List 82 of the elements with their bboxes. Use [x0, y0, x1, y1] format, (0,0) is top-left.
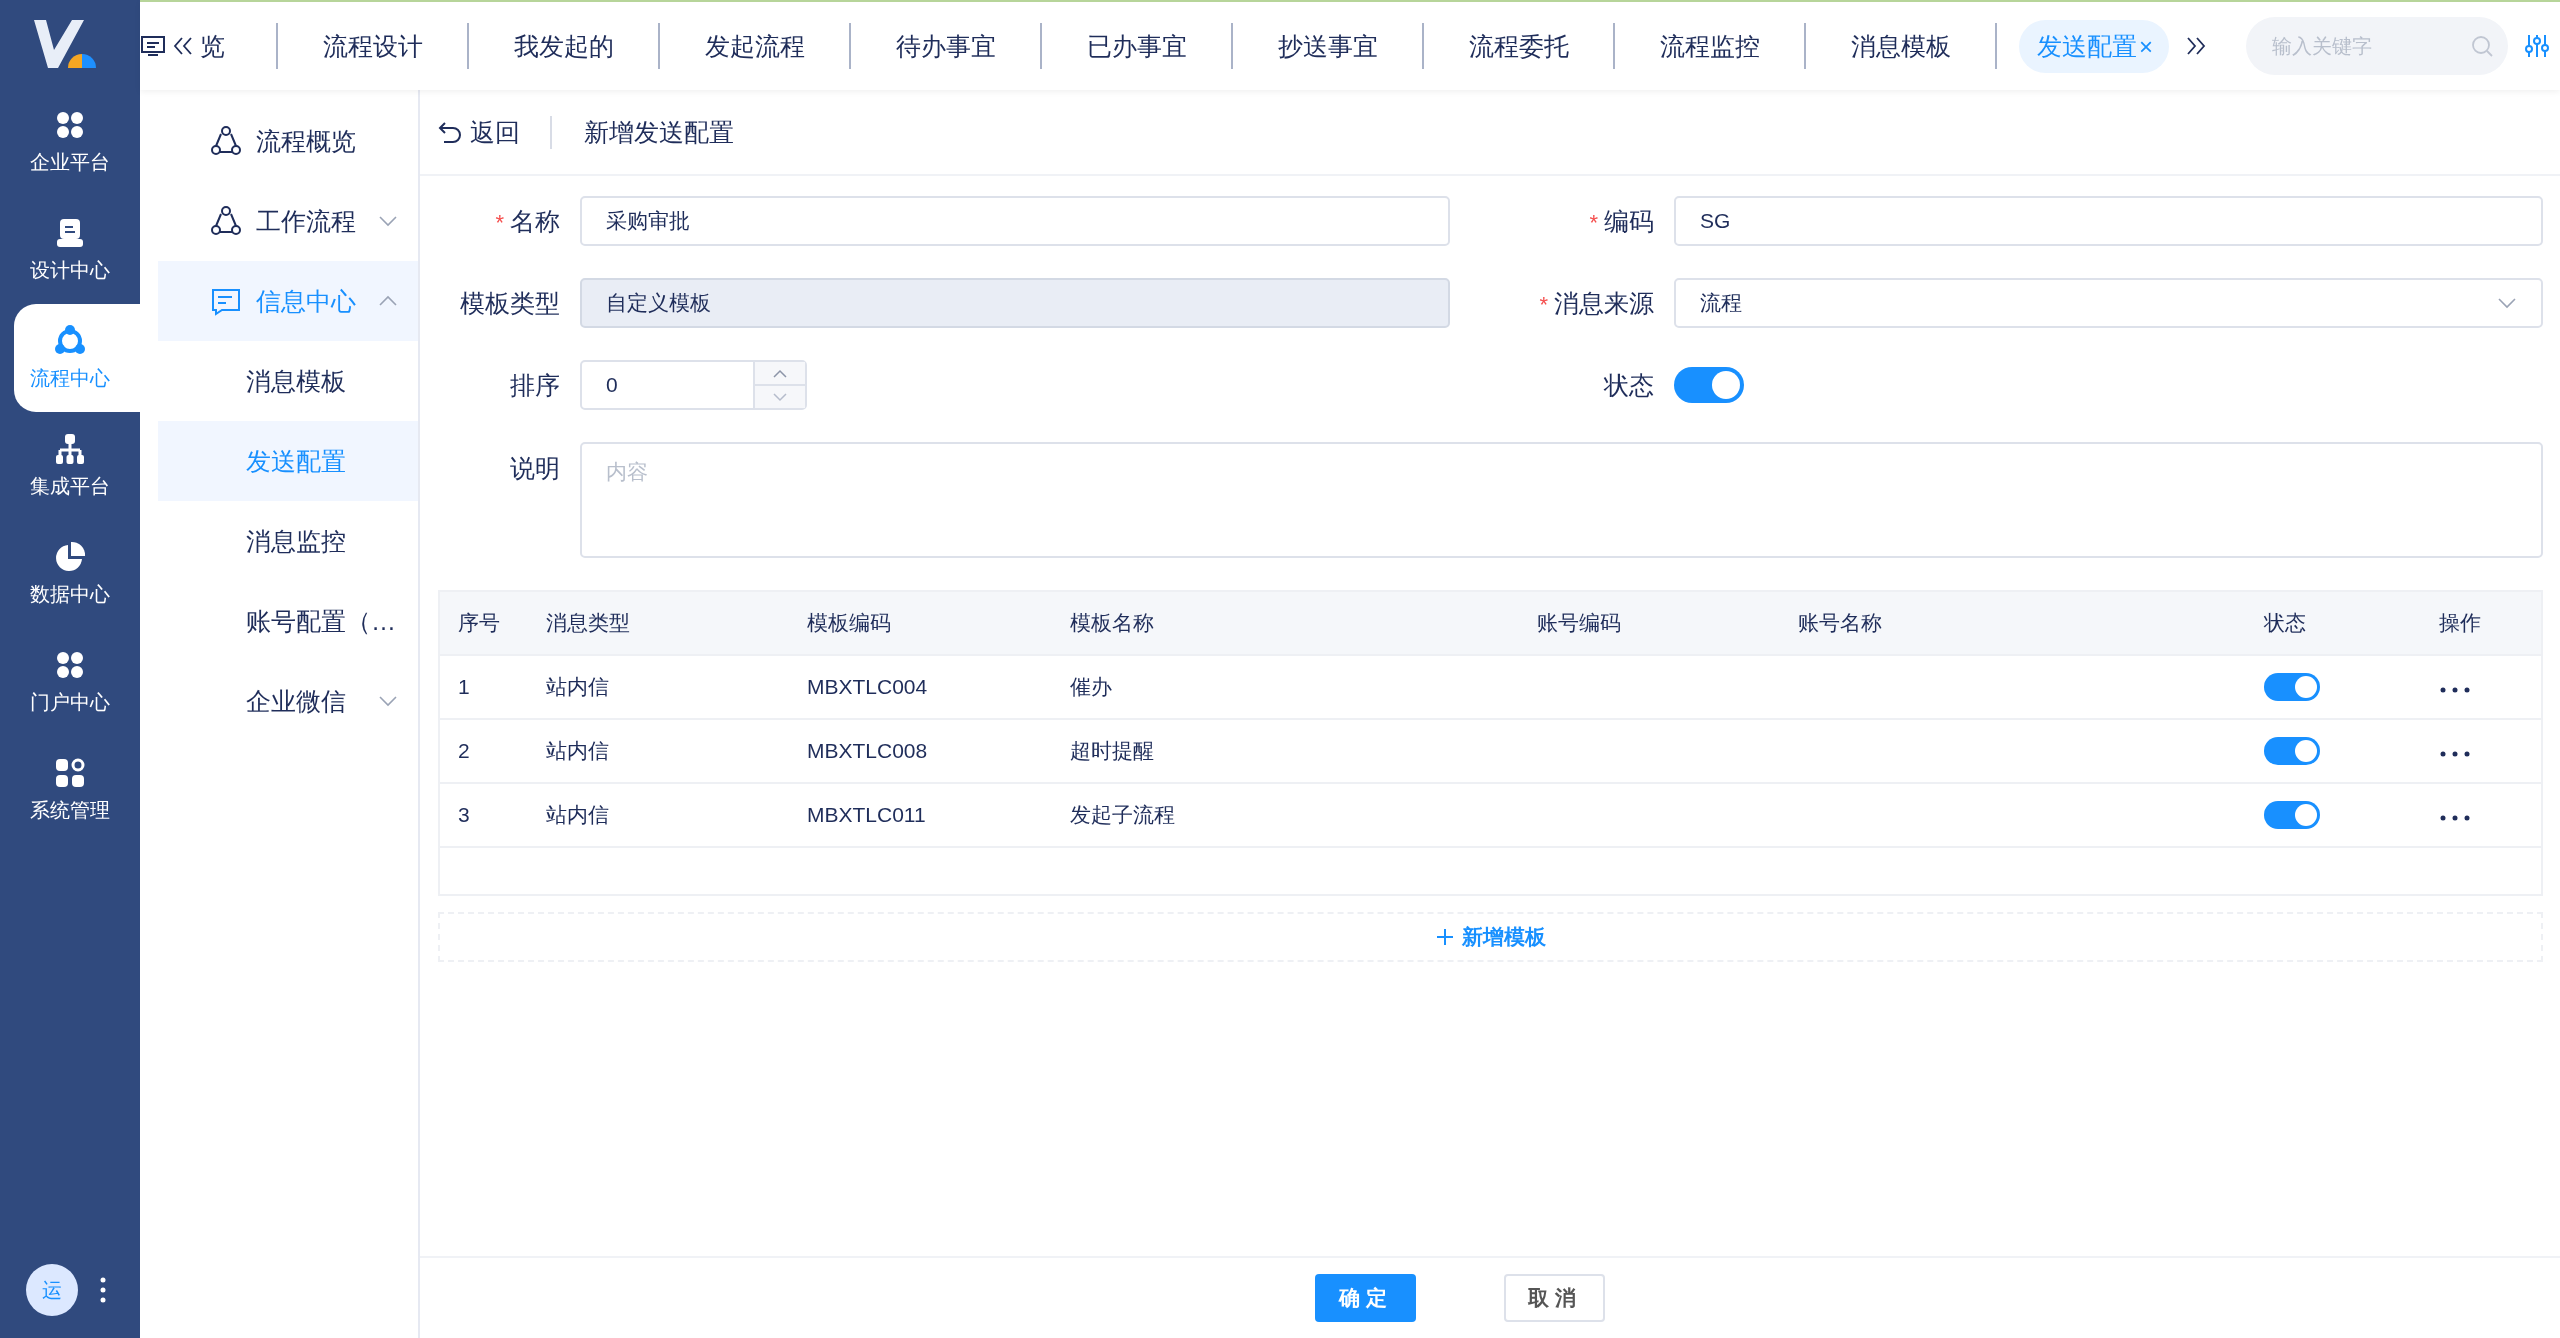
table-cell-text: MBXTLC008: [807, 739, 929, 763]
table-cell-text: 2: [458, 739, 471, 763]
table-cell-text: 1: [458, 675, 471, 699]
table-cell-text: MBXTLC011: [807, 803, 927, 827]
more-icon[interactable]: [100, 1277, 106, 1303]
field-label: 说明: [509, 453, 560, 484]
table-cell-text: 3: [458, 803, 471, 827]
table-cell-text: 催办: [1070, 674, 1113, 700]
tab[interactable]: 览: [194, 23, 278, 69]
column-header: 模板名称: [1070, 610, 1155, 636]
plus-icon: [1435, 928, 1454, 946]
field-label: 状态: [1602, 369, 1654, 401]
tab[interactable]: 抄送事宜: [1233, 23, 1424, 69]
table-cell-text: 发起子流程: [1070, 802, 1176, 828]
field-label: * 消息来源: [1538, 287, 1654, 319]
column-header: 状态: [2264, 610, 2307, 636]
submenu-item[interactable]: 账号配置（…: [158, 581, 418, 661]
chevron-down-icon: [378, 215, 398, 227]
submenu-item[interactable]: 消息监控: [158, 501, 418, 581]
tab[interactable]: 已办事宜: [1042, 23, 1233, 69]
double-chevron-left-icon[interactable]: [172, 35, 194, 57]
tab[interactable]: 流程委托: [1424, 23, 1615, 69]
page-title: 新增发送配置: [583, 116, 734, 148]
nav-item[interactable]: 企业平台: [14, 88, 140, 196]
menu-item[interactable]: 工作流程: [158, 181, 418, 261]
nav-icon: [54, 216, 86, 249]
field-label: 排序: [509, 369, 560, 401]
nav-item[interactable]: 设计中心: [14, 196, 140, 304]
flow-icon: [210, 125, 242, 157]
field-label: * 编码: [1588, 205, 1654, 237]
nav-item[interactable]: 数据中心: [14, 520, 140, 628]
column-header: 模板编码: [807, 610, 892, 636]
column-header: 消息类型: [546, 610, 631, 636]
cancel-button[interactable]: 取消: [1504, 1274, 1605, 1322]
more-icon[interactable]: [2439, 814, 2471, 822]
toggle-switch[interactable]: [2264, 737, 2320, 765]
nav-item[interactable]: 系统管理: [14, 736, 140, 844]
number-field[interactable]: 0: [580, 360, 807, 410]
table-cell-text: 超时提醒: [1070, 738, 1155, 764]
more-icon[interactable]: [2439, 686, 2471, 694]
toggle-switch[interactable]: [2264, 801, 2320, 829]
field-label: 模板类型: [459, 287, 560, 319]
sliders-icon[interactable]: [2524, 33, 2550, 59]
toggle-switch[interactable]: [2264, 673, 2320, 701]
chevron-down-icon: [378, 695, 398, 707]
input-field[interactable]: 采购审批: [580, 196, 1450, 246]
nav-icon: [54, 432, 86, 465]
nav-icon: [54, 540, 86, 573]
column-header: 账号编码: [1537, 610, 1622, 636]
nav-item[interactable]: 集成平台: [14, 412, 140, 520]
table-cell-text: 站内信: [546, 802, 610, 828]
tab[interactable]: 我发起的: [469, 23, 660, 69]
tab[interactable]: 消息模板: [1806, 23, 1997, 69]
table-cell-text: 站内信: [546, 674, 610, 700]
input-field[interactable]: SG: [1674, 196, 2543, 246]
nav-item[interactable]: 门户中心: [14, 628, 140, 736]
tab[interactable]: 流程设计: [278, 23, 469, 69]
nav-icon: [54, 756, 86, 789]
submenu-item[interactable]: 企业微信: [158, 661, 418, 741]
double-chevron-right-icon[interactable]: [2185, 35, 2207, 57]
table-cell-text: MBXTLC004: [807, 675, 929, 699]
search-field[interactable]: 输入关键字: [2246, 17, 2508, 75]
column-header: 账号名称: [1798, 610, 1883, 636]
tab[interactable]: 发起流程: [660, 23, 851, 69]
field-label: * 名称: [494, 205, 560, 237]
column-header: 操作: [2439, 610, 2482, 636]
more-icon[interactable]: [2439, 750, 2471, 758]
flow-icon: [210, 205, 242, 237]
select-field[interactable]: 流程: [1674, 278, 2543, 328]
tab[interactable]: 流程监控: [1615, 23, 1806, 69]
chevron-down-icon: [2497, 297, 2517, 309]
toggle-switch[interactable]: [1674, 367, 1744, 403]
tab[interactable]: 待办事宜: [851, 23, 1042, 69]
monitor-icon[interactable]: [140, 35, 166, 57]
table-cell-text: 站内信: [546, 738, 610, 764]
submenu-item[interactable]: 消息模板: [158, 341, 418, 421]
back-button[interactable]: 返回: [438, 115, 552, 149]
chevron-up-icon: [378, 295, 398, 307]
menu-item[interactable]: 流程概览: [158, 101, 418, 181]
column-header: 序号: [458, 610, 501, 636]
nav-icon: [54, 324, 86, 357]
back-icon: [438, 121, 462, 143]
